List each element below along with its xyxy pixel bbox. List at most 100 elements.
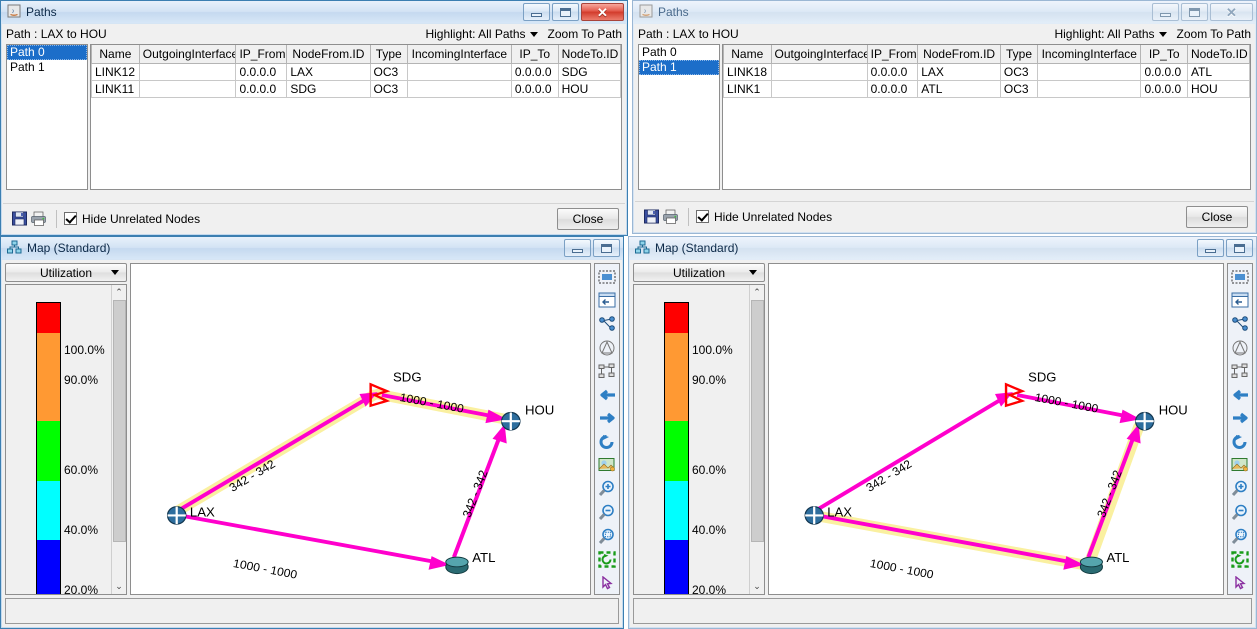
titlebar[interactable]: Map (Standard) [629, 237, 1256, 259]
zoom-to-path-button[interactable]: Zoom To Path [548, 27, 622, 41]
scrollbar-thumb[interactable] [751, 300, 764, 542]
column-header[interactable]: IncomingInterface [1038, 45, 1141, 63]
print-icon[interactable] [661, 207, 681, 227]
scroll-down-icon[interactable]: ⌄ [112, 579, 127, 594]
minimize-button[interactable] [1197, 239, 1224, 257]
image-overlay-icon[interactable] [1229, 455, 1251, 477]
pointer-icon[interactable] [596, 573, 618, 595]
hierarchy-layout-icon[interactable] [596, 360, 618, 382]
fit-selection-icon[interactable] [596, 549, 618, 571]
save-icon[interactable] [641, 207, 661, 227]
close-button[interactable]: ✕ [581, 3, 624, 21]
titlebar[interactable]: Paths ✕ [633, 1, 1256, 23]
link-lax-sdg[interactable] [177, 392, 378, 511]
highlight-dropdown[interactable]: Highlight: All Paths [1054, 27, 1166, 41]
scroll-up-icon[interactable]: ⌃ [112, 285, 127, 300]
zoom-to-path-button[interactable]: Zoom To Path [1177, 27, 1251, 41]
table-row[interactable]: LINK1 0.0.0.0 ATL OC3 0.0.0.0 HOU [724, 80, 1250, 97]
column-header[interactable]: Type [1000, 45, 1037, 63]
minimize-button[interactable] [1152, 3, 1179, 21]
fit-window-icon[interactable] [596, 290, 618, 312]
map-canvas-right[interactable]: LAX SDG HOU [768, 263, 1224, 595]
save-icon[interactable] [9, 209, 29, 229]
zoom-in-icon[interactable] [596, 478, 618, 500]
select-rectangle-icon[interactable] [596, 266, 618, 288]
table-row[interactable]: LINK12 0.0.0.0 LAX OC3 0.0.0.0 SDG [92, 63, 621, 80]
link-lax-atl[interactable] [180, 515, 450, 569]
column-header[interactable]: IncomingInterface [407, 45, 511, 63]
minimize-button[interactable] [523, 3, 550, 21]
circle-layout-icon[interactable] [596, 337, 618, 359]
select-rectangle-icon[interactable] [1229, 266, 1251, 288]
column-header[interactable]: NodeTo.ID [1187, 45, 1249, 63]
titlebar[interactable]: Paths ✕ [1, 1, 627, 23]
close-dialog-button[interactable]: Close [1186, 206, 1248, 228]
refresh-icon[interactable] [1229, 431, 1251, 453]
column-header[interactable]: OutgoingInterface [139, 45, 236, 63]
path-detail-table[interactable]: Name OutgoingInterface IP_From NodeFrom.… [722, 44, 1251, 190]
list-item[interactable]: Path 1 [639, 60, 719, 75]
scroll-down-icon[interactable]: ⌄ [750, 579, 765, 594]
column-header[interactable]: NodeFrom.ID [918, 45, 1001, 63]
fit-window-icon[interactable] [1229, 290, 1251, 312]
image-overlay-icon[interactable] [596, 455, 618, 477]
column-header[interactable]: IP_From [867, 45, 918, 63]
titlebar[interactable]: Map (Standard) [1, 237, 623, 259]
column-header[interactable]: Name [92, 45, 140, 63]
minimize-button[interactable] [564, 239, 591, 257]
zoom-in-icon[interactable] [1229, 478, 1251, 500]
hide-unrelated-nodes-checkbox[interactable]: Hide Unrelated Nodes [696, 210, 832, 224]
undo-arrow-icon[interactable] [596, 384, 618, 406]
zoom-out-icon[interactable] [1229, 502, 1251, 524]
hide-unrelated-nodes-checkbox[interactable]: Hide Unrelated Nodes [64, 212, 200, 226]
column-header[interactable]: Type [370, 45, 407, 63]
close-dialog-button[interactable]: Close [557, 208, 619, 230]
circle-layout-icon[interactable] [1229, 337, 1251, 359]
table-row[interactable]: LINK11 0.0.0.0 SDG OC3 0.0.0.0 HOU [92, 80, 621, 97]
topology-tree-icon[interactable] [596, 313, 618, 335]
maximize-button[interactable] [1226, 239, 1253, 257]
maximize-button[interactable] [593, 239, 620, 257]
chevron-down-icon [530, 32, 538, 37]
column-header[interactable]: Name [724, 45, 772, 63]
scroll-up-icon[interactable]: ⌃ [750, 285, 765, 300]
node-hou[interactable]: HOU [1136, 403, 1188, 430]
legend-scrollbar[interactable]: ⌃ ⌄ [749, 285, 764, 594]
path-detail-table[interactable]: Name OutgoingInterface IP_From NodeFrom.… [90, 44, 622, 190]
node-hou[interactable]: HOU [502, 403, 555, 430]
zoom-selection-icon[interactable] [596, 525, 618, 547]
zoom-selection-icon[interactable] [1229, 525, 1251, 547]
highlight-dropdown[interactable]: Highlight: All Paths [425, 27, 537, 41]
maximize-button[interactable] [1181, 3, 1208, 21]
column-header[interactable]: IP_From [236, 45, 287, 63]
scrollbar-thumb[interactable] [113, 300, 126, 542]
undo-arrow-icon[interactable] [1229, 384, 1251, 406]
refresh-icon[interactable] [596, 431, 618, 453]
print-icon[interactable] [29, 209, 49, 229]
column-header[interactable]: IP_To [1141, 45, 1188, 63]
close-button[interactable]: ✕ [1210, 3, 1253, 21]
list-item[interactable]: Path 1 [7, 60, 87, 75]
redo-arrow-icon[interactable] [1229, 407, 1251, 429]
fit-selection-icon[interactable] [1229, 549, 1251, 571]
column-header[interactable]: NodeFrom.ID [287, 45, 370, 63]
hierarchy-layout-icon[interactable] [1229, 360, 1251, 382]
column-header[interactable]: NodeTo.ID [558, 45, 620, 63]
redo-arrow-icon[interactable] [596, 407, 618, 429]
topology-tree-icon[interactable] [1229, 313, 1251, 335]
legend-metric-dropdown[interactable]: Utilization [5, 263, 127, 282]
column-header[interactable]: IP_To [511, 45, 558, 63]
map-canvas-left[interactable]: LAX SDG HOU [130, 263, 591, 595]
zoom-out-icon[interactable] [596, 502, 618, 524]
link-lax-sdg[interactable] [814, 392, 1013, 511]
path-list[interactable]: Path 0 Path 1 [638, 44, 720, 190]
maximize-button[interactable] [552, 3, 579, 21]
path-list[interactable]: Path 0 Path 1 [6, 44, 88, 190]
list-item[interactable]: Path 0 [639, 45, 719, 60]
legend-scrollbar[interactable]: ⌃ ⌄ [111, 285, 126, 594]
legend-metric-dropdown[interactable]: Utilization [633, 263, 765, 282]
column-header[interactable]: OutgoingInterface [771, 45, 867, 63]
pointer-icon[interactable] [1229, 573, 1251, 595]
table-row[interactable]: LINK18 0.0.0.0 LAX OC3 0.0.0.0 ATL [724, 63, 1250, 80]
list-item[interactable]: Path 0 [7, 45, 87, 60]
